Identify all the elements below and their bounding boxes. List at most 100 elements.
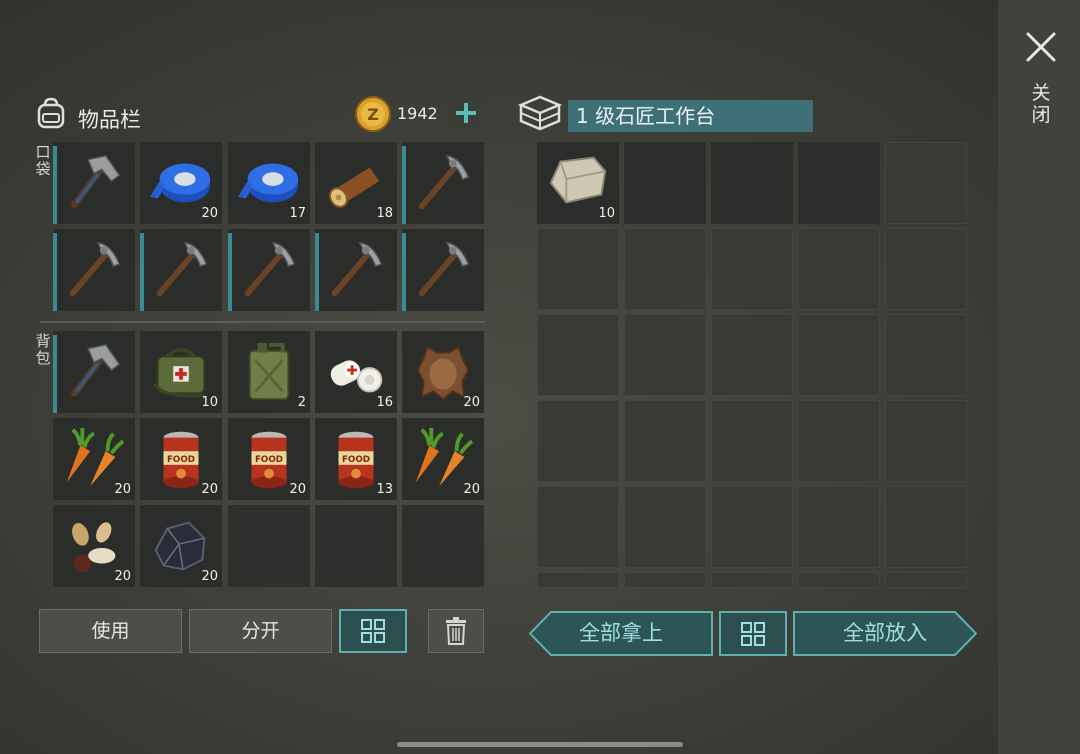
- workbench-slot[interactable]: [624, 572, 706, 588]
- backpack-slot[interactable]: 20: [53, 418, 135, 500]
- workbench-slot[interactable]: [885, 314, 967, 396]
- item-count: 20: [201, 482, 218, 497]
- pocket-slot[interactable]: [228, 229, 310, 311]
- backpack-slot[interactable]: 2: [228, 331, 310, 413]
- backpack-slot[interactable]: [402, 505, 484, 587]
- backpack-slot[interactable]: FOOD 13: [315, 418, 397, 500]
- workbench-slot[interactable]: [537, 486, 619, 568]
- svg-text:FOOD: FOOD: [255, 455, 283, 465]
- hammer-icon: [71, 343, 121, 397]
- backpack-slot[interactable]: [315, 505, 397, 587]
- item-count: 2: [297, 395, 306, 410]
- workbench-slot[interactable]: [624, 486, 706, 568]
- grid-sort-icon: [741, 621, 765, 646]
- backpack-slot[interactable]: 20: [402, 331, 484, 413]
- backpack-slot[interactable]: 20: [140, 505, 222, 587]
- workbench-slot[interactable]: [624, 314, 706, 396]
- workbench-slot[interactable]: [798, 486, 880, 568]
- durability-bar: [315, 233, 319, 311]
- use-button[interactable]: 使用: [39, 609, 182, 653]
- workbench-slot[interactable]: [798, 400, 880, 482]
- workbench-slot[interactable]: [624, 400, 706, 482]
- item-count: 10: [598, 206, 615, 221]
- workbench-slot[interactable]: [537, 400, 619, 482]
- svg-text:Z: Z: [367, 105, 379, 124]
- hammer-icon: [71, 154, 121, 208]
- pocket-slot[interactable]: 20: [140, 142, 222, 224]
- item-count: 20: [289, 482, 306, 497]
- workbench-slot[interactable]: [537, 572, 619, 588]
- item-count: 20: [201, 206, 218, 221]
- workbench-slot[interactable]: [537, 228, 619, 310]
- workbench-slot[interactable]: [711, 228, 793, 310]
- item-count: 17: [289, 206, 306, 221]
- durability-bar: [53, 146, 57, 224]
- split-button[interactable]: 分开: [189, 609, 332, 653]
- pickaxe-icon: [418, 154, 470, 210]
- workbench-slot[interactable]: [711, 142, 793, 224]
- pocket-slot[interactable]: [140, 229, 222, 311]
- item-count: 20: [463, 482, 480, 497]
- pickaxe-icon: [244, 241, 296, 297]
- backpack-slot[interactable]: 20: [53, 505, 135, 587]
- svg-text:FOOD: FOOD: [167, 455, 195, 465]
- backpack-slot[interactable]: 10: [140, 331, 222, 413]
- close-button[interactable]: [1022, 28, 1060, 66]
- workbench-slot[interactable]: [711, 486, 793, 568]
- durability-bar: [228, 233, 232, 311]
- workbench-slot[interactable]: 10: [537, 142, 619, 224]
- backpack-slot[interactable]: [53, 331, 135, 413]
- svg-text:FOOD: FOOD: [342, 455, 370, 465]
- pocket-slot[interactable]: [315, 229, 397, 311]
- backpack-slot[interactable]: 16: [315, 331, 397, 413]
- workbench-slot[interactable]: [798, 314, 880, 396]
- pocket-slot[interactable]: [53, 142, 135, 224]
- close-label[interactable]: 关闭: [1030, 82, 1052, 126]
- add-coins-button[interactable]: [450, 97, 482, 129]
- inventory-title: 物品栏: [78, 108, 141, 132]
- backpack-slot[interactable]: FOOD 20: [228, 418, 310, 500]
- coin-balance: 1942: [397, 104, 438, 123]
- workbench-slot[interactable]: [537, 314, 619, 396]
- workbench-slot[interactable]: [798, 572, 880, 588]
- pocket-slot[interactable]: [402, 142, 484, 224]
- workbench-slot[interactable]: [798, 228, 880, 310]
- durability-bar: [402, 233, 406, 311]
- workbench-slot[interactable]: [624, 228, 706, 310]
- sort-inventory-button[interactable]: [339, 609, 407, 653]
- workbench-slot[interactable]: [711, 314, 793, 396]
- pocket-slot[interactable]: 18: [315, 142, 397, 224]
- workbench-title: 1 级石匠工作台: [568, 100, 813, 132]
- workbench-slot[interactable]: [885, 142, 967, 224]
- item-count: 20: [201, 569, 218, 584]
- workbench-slot[interactable]: [885, 400, 967, 482]
- workbench-slot[interactable]: [711, 400, 793, 482]
- pickaxe-icon: [418, 241, 470, 297]
- backpack-slot[interactable]: FOOD 20: [140, 418, 222, 500]
- coin-icon: Z: [354, 95, 392, 133]
- workbench-slot[interactable]: [711, 572, 793, 588]
- put-all-button[interactable]: 全部放入: [793, 611, 977, 656]
- workbench-slot[interactable]: [885, 486, 967, 568]
- plus-icon: [456, 103, 476, 123]
- sort-workbench-button[interactable]: [719, 611, 787, 656]
- durability-bar: [402, 146, 406, 224]
- take-all-button[interactable]: 全部拿上: [529, 611, 713, 656]
- backpack-section-label: 背包: [35, 332, 51, 367]
- item-count: 20: [114, 482, 131, 497]
- pocket-slot[interactable]: [402, 229, 484, 311]
- take-all-label: 全部拿上: [579, 621, 663, 645]
- backpack-slot[interactable]: 20: [402, 418, 484, 500]
- item-count: 20: [114, 569, 131, 584]
- discard-button[interactable]: [428, 609, 484, 653]
- backpack-slot[interactable]: [228, 505, 310, 587]
- trash-icon: [446, 617, 466, 645]
- pocket-slot[interactable]: 17: [228, 142, 310, 224]
- pocket-section-label: 口袋: [35, 143, 51, 178]
- pocket-slot[interactable]: [53, 229, 135, 311]
- workbench-slot[interactable]: [885, 572, 967, 588]
- home-indicator[interactable]: [397, 742, 683, 747]
- workbench-slot[interactable]: [885, 228, 967, 310]
- workbench-slot[interactable]: [624, 142, 706, 224]
- workbench-slot[interactable]: [798, 142, 880, 224]
